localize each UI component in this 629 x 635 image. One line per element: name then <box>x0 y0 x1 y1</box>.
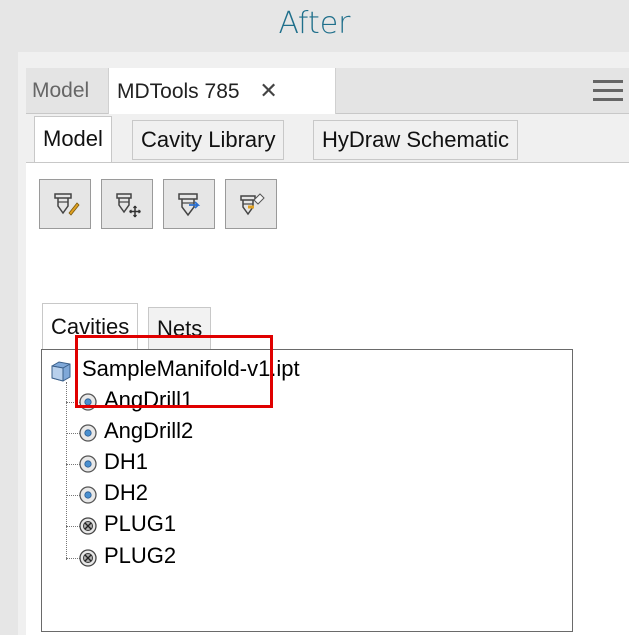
cavity-export-button[interactable] <box>225 179 277 229</box>
drill-cavity-icon <box>79 455 97 473</box>
tree-item-label: AngDrill2 <box>104 418 194 443</box>
caption-after: After <box>278 6 351 41</box>
doc-tab-model-label: Model <box>32 79 90 102</box>
add-cavity-button[interactable] <box>101 179 153 229</box>
menu-icon[interactable] <box>593 80 623 102</box>
drill-cavity-icon <box>79 424 97 442</box>
tab-model[interactable]: Model <box>34 116 112 162</box>
close-icon[interactable]: ✕ <box>259 68 277 114</box>
tree-item-label: PLUG2 <box>104 543 177 568</box>
tree-item-label: PLUG1 <box>104 511 177 536</box>
doc-tab-model[interactable]: Model <box>32 68 89 114</box>
document-tab-bar: Model MDTools 785 ✕ <box>26 68 629 114</box>
cavity-export-icon <box>240 193 265 216</box>
tab-hydraw-schematic-label: HyDraw Schematic <box>322 127 510 152</box>
tab-cavity-library[interactable]: Cavity Library <box>132 120 285 160</box>
tree-guide-line <box>66 382 67 560</box>
plug-cavity-icon <box>79 549 97 567</box>
cavity-properties-button[interactable] <box>163 179 215 229</box>
tab-hydraw-schematic[interactable]: HyDraw Schematic <box>313 120 519 160</box>
plug-cavity-icon <box>79 517 97 535</box>
doc-tab-mdtools[interactable]: MDTools 785 ✕ <box>108 68 336 114</box>
doc-tab-mdtools-label: MDTools 785 <box>117 80 240 103</box>
part-file-icon <box>51 361 71 382</box>
add-cavity-icon <box>116 193 141 218</box>
highlight-box <box>75 335 273 408</box>
sub-tab-bar: Model Cavity Library HyDraw Schematic <box>26 114 629 164</box>
tree-item-label: DH2 <box>104 480 149 505</box>
drill-cavity-icon <box>79 486 97 504</box>
cavity-properties-icon <box>178 193 201 217</box>
tab-cavity-library-label: Cavity Library <box>141 127 276 152</box>
edit-cavity-button[interactable] <box>39 179 91 229</box>
tab-model-label: Model <box>43 126 103 151</box>
edit-cavity-icon <box>54 193 80 216</box>
tree-item-label: DH1 <box>104 449 149 474</box>
